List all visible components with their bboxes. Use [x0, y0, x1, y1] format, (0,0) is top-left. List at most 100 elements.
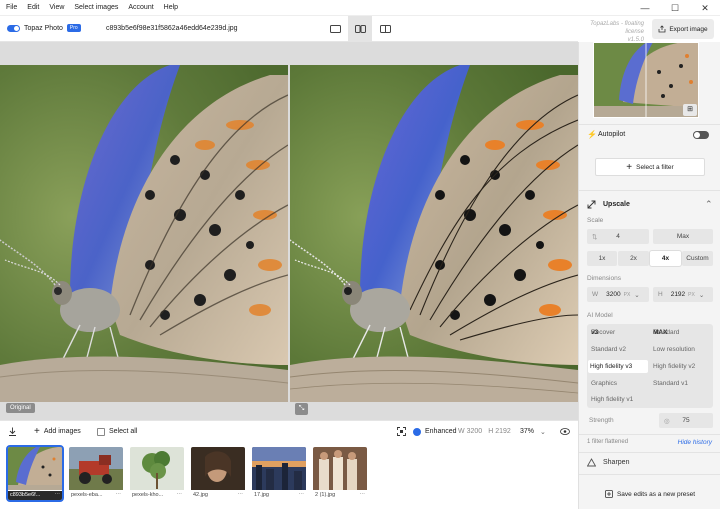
menu-help[interactable]: Help [164, 4, 178, 11]
hide-history-link[interactable]: Hide history [678, 439, 712, 446]
autopilot-row: ⚡ Autopilot [579, 128, 720, 142]
model-recover[interactable]: Recover v3 [591, 329, 615, 336]
sharpen-label: Sharpen [603, 459, 630, 466]
max-scale-button[interactable]: Max [653, 229, 713, 244]
license-info: TopazLabs - floating license v1.5.0 [578, 20, 644, 44]
thumbnail[interactable]: pexels-kho... ⋯ [130, 447, 184, 500]
sharpen-icon [587, 458, 596, 467]
app-toggle[interactable] [7, 24, 20, 32]
thumbnail-name: pexels-eba... [71, 492, 103, 498]
thumbnail[interactable]: 42.jpg ⋯ [191, 447, 245, 500]
thumbnail[interactable]: 2 (1).jpg ⋯ [313, 447, 367, 500]
thumbnail-image [130, 447, 184, 490]
more-icon[interactable]: ⋯ [177, 491, 183, 500]
more-icon[interactable]: ⋯ [299, 491, 305, 500]
enhanced-toggle[interactable]: Enhanced [413, 427, 457, 436]
ai-model-grid: Recover v3 Standard MAX Standard v2 Low … [587, 324, 713, 408]
model-high-fidelity-v3[interactable]: High fidelity v3 [588, 360, 648, 373]
menu-file[interactable]: File [6, 4, 17, 11]
crop-icon[interactable]: ⊞ [683, 104, 697, 116]
scale-2x-button[interactable]: 2x [618, 251, 649, 266]
compare-icon: ⤡ [298, 405, 305, 412]
model-graphics[interactable]: Graphics [591, 380, 617, 387]
more-icon[interactable]: ⋯ [238, 491, 244, 500]
model-low-resolution[interactable]: Low resolution [653, 346, 695, 353]
side-by-side-view-button[interactable] [348, 16, 372, 42]
more-icon[interactable]: ⋯ [116, 491, 122, 500]
model-high-fidelity-v2[interactable]: High fidelity v2 [653, 363, 695, 370]
width-value: 3200 [466, 428, 483, 435]
thumbnail-caption: 42.jpg ⋯ [191, 491, 245, 500]
collapse-strip-button[interactable] [8, 427, 17, 436]
thumbnail[interactable]: pexels-eba... ⋯ [69, 447, 123, 500]
zoom-select[interactable]: 37% ⌄ [520, 428, 546, 436]
scale-1x-button[interactable]: 1x [587, 251, 617, 266]
width-prefix: W [458, 428, 465, 435]
preset-icon [605, 490, 613, 498]
maximize-icon[interactable]: ☐ [660, 0, 690, 16]
more-icon[interactable]: ⋯ [55, 491, 61, 500]
height-input[interactable]: H 2192 PX ⌄ [653, 287, 713, 302]
zoom-value: 37% [520, 428, 535, 435]
dimensions-label: Dimensions [587, 275, 621, 282]
single-view-button[interactable] [323, 16, 347, 42]
thumbnail-caption: pexels-kho... ⋯ [130, 491, 184, 500]
compare-button[interactable]: ⤡ [295, 403, 308, 415]
width-input-value: 3200 [606, 291, 621, 298]
preview-visibility-button[interactable] [560, 428, 570, 435]
export-image-button[interactable]: Export image [652, 19, 714, 39]
model-standard-v2[interactable]: Standard v2 [591, 346, 626, 353]
brand: Topaz Photo Pro [7, 24, 81, 32]
image-canvas[interactable]: Original ⤡ [0, 42, 578, 420]
height-input-value: 2192 [670, 291, 686, 298]
thumbnail-name: 17.jpg [254, 492, 269, 498]
thumbnail-image [191, 447, 245, 490]
current-filename: c893b5e6f98e31f5862a46edd64e239d.jpg [106, 25, 238, 32]
width-prefix-label: W [592, 291, 599, 298]
scale-2x-label: 2x [630, 255, 637, 262]
autopilot-toggle[interactable] [693, 131, 709, 139]
menu-view[interactable]: View [49, 4, 64, 11]
select-filter-button[interactable]: + Select a filter [595, 158, 705, 176]
select-all-checkbox[interactable]: Select all [97, 427, 137, 436]
scale-input[interactable]: ⇅ 4 [587, 229, 649, 244]
thumbnail-caption: pexels-eba... ⋯ [69, 491, 123, 500]
navigator-preview[interactable]: ⊞ [593, 42, 699, 118]
scale-custom-button[interactable]: Custom [682, 251, 713, 266]
menu-select-images[interactable]: Select images [74, 4, 118, 11]
model-high-fidelity-v1[interactable]: High fidelity v1 [591, 396, 633, 403]
width-input[interactable]: W 3200 PX ⌄ [587, 287, 649, 302]
ai-model-label: AI Model [587, 312, 613, 319]
plus-icon: + [34, 426, 40, 437]
thumbnail-image [69, 447, 123, 490]
minimize-icon[interactable]: — [630, 0, 660, 16]
add-images-button[interactable]: + Add images [34, 426, 81, 437]
close-icon[interactable]: ✕ [690, 0, 720, 16]
export-label: Export image [669, 25, 708, 33]
scale-label: Scale [587, 217, 604, 224]
menu-edit[interactable]: Edit [27, 4, 39, 11]
divider [579, 434, 720, 435]
scale-value: 4 [616, 233, 620, 240]
more-icon[interactable]: ⋯ [360, 491, 366, 500]
enhanced-label: Enhanced [425, 428, 457, 435]
model-standard-v1[interactable]: Standard v1 [653, 380, 688, 387]
scale-4x-button[interactable]: 4x [650, 251, 681, 266]
thumbnail[interactable]: c893b5e6f... ⋯ [6, 445, 64, 502]
model-standard-max[interactable]: Standard MAX [653, 329, 679, 336]
chevron-down-icon: ⌄ [540, 428, 546, 436]
strength-input[interactable]: ◎ 75 [659, 413, 713, 428]
height-value: 2192 [495, 428, 511, 435]
strength-icon: ◎ [664, 417, 670, 425]
single-view-icon [329, 25, 341, 33]
upscale-header[interactable]: Upscale ⌃ [579, 198, 720, 212]
thumbnail[interactable]: 17.jpg ⋯ [252, 447, 306, 500]
menu-account[interactable]: Account [128, 4, 153, 11]
upscale-title: Upscale [603, 201, 630, 208]
strength-label: Strength [589, 417, 614, 424]
save-preset-button[interactable]: Save edits as a new preset [589, 486, 711, 502]
bolt-icon: ⚡ [587, 130, 597, 139]
split-view-button[interactable] [373, 16, 397, 42]
fit-screen-button[interactable] [397, 427, 406, 436]
sharpen-row[interactable]: Sharpen [579, 456, 720, 470]
